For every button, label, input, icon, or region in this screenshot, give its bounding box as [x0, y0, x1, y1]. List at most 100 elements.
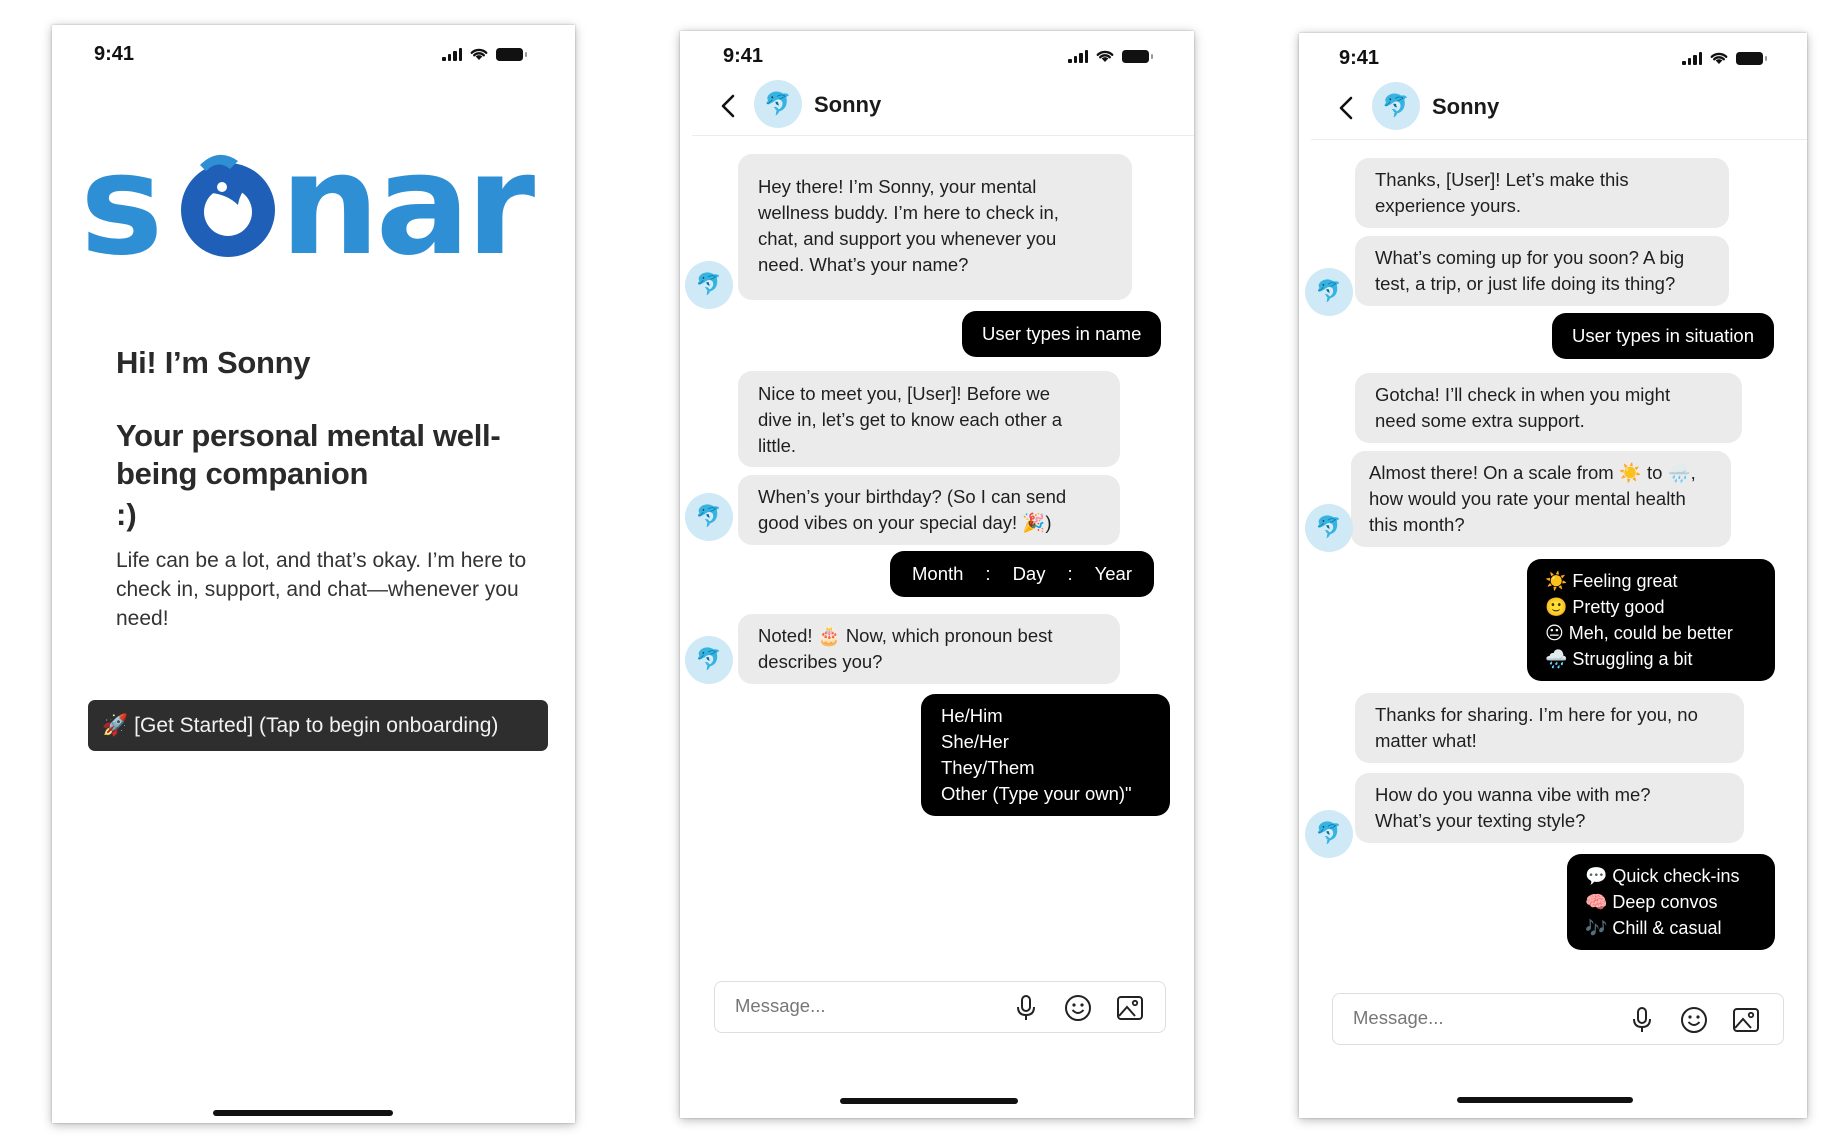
message-line: need. What’s your name?: [758, 254, 969, 275]
mood-option[interactable]: 🌧️ Struggling a bit: [1545, 646, 1755, 672]
microphone-icon[interactable]: [1011, 993, 1041, 1023]
signal-icon: [1682, 51, 1702, 65]
mood-option[interactable]: ☀️ Feeling great: [1545, 568, 1755, 594]
bot-message-intro: Hey there! I’m Sonny, your mental wellne…: [738, 154, 1132, 300]
message-line: need some extra support.: [1375, 410, 1585, 431]
emoji-icon[interactable]: [1679, 1005, 1709, 1035]
message-line: test, a trip, or just life doing its thi…: [1375, 273, 1676, 294]
chat-screen-personalization: 9:41 🐬 Sonny Thanks, [User]! Let’s make …: [1299, 33, 1807, 1118]
style-option[interactable]: 🧠 Deep convos: [1585, 889, 1755, 915]
user-message-situation: User types in situation: [1552, 313, 1775, 359]
bot-message-scale: Almost there! On a scale from ☀️ to 🌧️, …: [1351, 451, 1731, 547]
message-line: Noted! 🎂 Now, which pronoun best: [758, 625, 1053, 646]
date-separator: :: [1067, 563, 1073, 584]
message-line: good vibes on your special day! 🎉): [758, 512, 1052, 533]
chat-screen-onboarding: 9:41 🐬 Sonny Hey there! I’m Sonny, your …: [680, 31, 1194, 1118]
rocket-icon: 🚀: [102, 713, 129, 737]
emoji-icon[interactable]: [1063, 993, 1093, 1023]
dolphin-avatar-icon: 🐬: [1305, 504, 1353, 552]
message-line: little.: [758, 435, 797, 456]
status-time: 9:41: [94, 43, 135, 65]
dolphin-avatar-icon: 🐬: [685, 636, 733, 684]
texting-style-options[interactable]: 💬 Quick check-ins 🧠 Deep convos 🎶 Chill …: [1567, 854, 1775, 950]
tagline: Your personal mental well-being companio…: [116, 418, 501, 491]
sonar-logo: sonar s nar: [80, 125, 539, 285]
pronoun-options[interactable]: He/Him She/Her They/Them Other (Type you…: [921, 694, 1170, 816]
home-indicator[interactable]: [213, 1110, 393, 1116]
mood-options[interactable]: ☀️ Feeling great 🙂 Pretty good 😐 Meh, co…: [1527, 559, 1775, 681]
message-input[interactable]: Message...: [1332, 993, 1784, 1045]
chat-header: 🐬 Sonny: [680, 80, 1194, 140]
header-divider: [692, 135, 1194, 136]
svg-text:s: s: [80, 125, 159, 285]
get-started-label: [Get Started] (Tap to begin onboarding): [134, 713, 499, 737]
message-line: Thanks, [User]! Let’s make this: [1375, 169, 1629, 190]
message-line: describes you?: [758, 651, 883, 672]
message-line: How do you wanna vibe with me?: [1375, 784, 1651, 805]
pronoun-option[interactable]: They/Them: [941, 755, 1150, 781]
mood-option[interactable]: 🙂 Pretty good: [1545, 594, 1755, 620]
home-indicator[interactable]: [840, 1098, 1018, 1104]
year-field[interactable]: Year: [1095, 563, 1132, 585]
back-chevron-icon[interactable]: [1338, 96, 1354, 120]
battery-icon: [496, 48, 527, 61]
home-indicator[interactable]: [1457, 1097, 1633, 1103]
header-divider: [1311, 139, 1807, 140]
message-line: experience yours.: [1375, 195, 1522, 216]
dolphin-avatar-icon: 🐬: [685, 493, 733, 541]
pronoun-option[interactable]: He/Him: [941, 703, 1150, 729]
message-line: Nice to meet you, [User]! Before we: [758, 383, 1051, 404]
message-line: When’s your birthday? (So I can send: [758, 486, 1067, 507]
battery-icon: [1122, 50, 1153, 63]
pronoun-option[interactable]: She/Her: [941, 729, 1150, 755]
image-icon[interactable]: [1731, 1005, 1761, 1035]
pronoun-option[interactable]: Other (Type your own)": [941, 781, 1150, 807]
style-option[interactable]: 🎶 Chill & casual: [1585, 915, 1755, 941]
bot-message-pronoun: Noted! 🎂 Now, which pronoun best describ…: [738, 614, 1120, 684]
bot-message-sharing: Thanks for sharing. I’m here for you, no…: [1355, 693, 1744, 763]
back-chevron-icon[interactable]: [720, 94, 736, 118]
get-started-button[interactable]: 🚀 [Get Started] (Tap to begin onboarding…: [88, 700, 548, 751]
signal-icon: [1068, 49, 1088, 63]
status-time: 9:41: [1339, 47, 1380, 69]
user-message-name: User types in name: [962, 311, 1162, 357]
contact-name[interactable]: Sonny: [1432, 94, 1499, 120]
message-placeholder: Message...: [1353, 1007, 1444, 1028]
bot-message-nice: Nice to meet you, [User]! Before we dive…: [738, 371, 1120, 467]
wifi-icon: [470, 48, 488, 60]
month-field[interactable]: Month: [912, 563, 963, 585]
message-input[interactable]: Message...: [714, 981, 1166, 1033]
day-field[interactable]: Day: [1013, 563, 1046, 585]
contact-name[interactable]: Sonny: [814, 92, 881, 118]
message-line: how would you rate your mental health: [1369, 488, 1686, 509]
message-line: What’s your texting style?: [1375, 810, 1586, 831]
message-line: Almost there! On a scale from ☀️ to 🌧️,: [1369, 462, 1696, 483]
message-line: chat, and support you whenever you: [758, 228, 1057, 249]
wifi-icon: [1096, 50, 1114, 62]
status-icons: [1682, 50, 1767, 65]
dolphin-avatar-icon: 🐬: [1305, 810, 1353, 858]
welcome-screen: 9:41 sonar s nar Hi! I’m Sonny Your pers…: [52, 25, 575, 1123]
style-option[interactable]: 💬 Quick check-ins: [1585, 863, 1755, 889]
dolphin-avatar-icon: 🐬: [685, 261, 733, 309]
message-line: Hey there! I’m Sonny, your mental: [758, 176, 1037, 197]
microphone-icon[interactable]: [1627, 1005, 1657, 1035]
smiley-text: :): [116, 497, 137, 532]
status-icons: [1068, 48, 1153, 63]
battery-icon: [1736, 52, 1767, 65]
date-separator: :: [985, 563, 991, 584]
dolphin-avatar-icon[interactable]: 🐬: [754, 80, 802, 128]
dolphin-avatar-icon: 🐬: [1305, 268, 1353, 316]
birthday-date-picker[interactable]: Month : Day : Year: [890, 551, 1154, 597]
image-icon[interactable]: [1115, 993, 1145, 1023]
message-line: wellness buddy. I’m here to check in,: [758, 202, 1059, 223]
intro-text: Life can be a lot, and that’s okay. I’m …: [116, 549, 527, 630]
message-line: dive in, let’s get to know each other a: [758, 409, 1063, 430]
dolphin-avatar-icon[interactable]: 🐬: [1372, 82, 1420, 130]
bot-message-gotcha: Gotcha! I’ll check in when you might nee…: [1355, 373, 1742, 443]
status-time: 9:41: [723, 45, 764, 67]
wifi-icon: [1710, 52, 1728, 64]
chat-header: 🐬 Sonny: [1299, 82, 1807, 142]
mood-option[interactable]: 😐 Meh, could be better: [1545, 620, 1755, 646]
message-placeholder: Message...: [735, 995, 826, 1016]
